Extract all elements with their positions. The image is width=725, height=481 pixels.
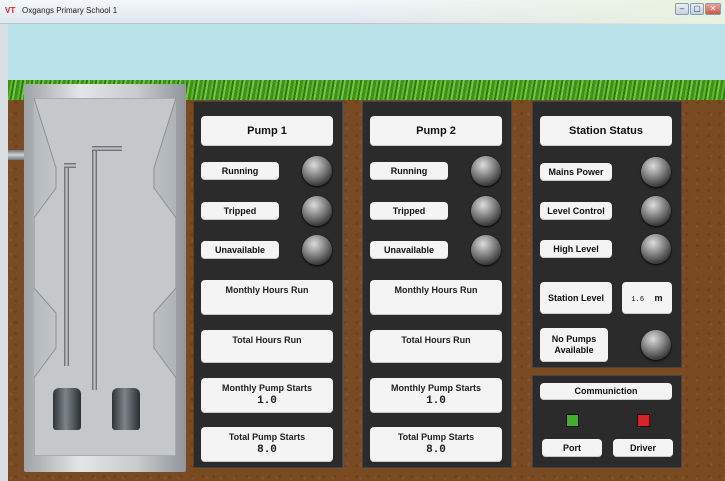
window-titlebar: VT Oxgangs Primary School 1 – ▢ ✕	[0, 0, 725, 24]
station-level-label: Station Level	[540, 282, 612, 314]
pump-1-total-starts-label: Total Pump Starts	[228, 432, 306, 442]
pump-1-running-label: Running	[201, 162, 279, 180]
high-level-label: High Level	[540, 240, 612, 258]
pump-1-title: Pump 1	[201, 116, 333, 146]
window-title: Oxgangs Primary School 1	[22, 6, 118, 15]
pump-2-monthly-hours: Monthly Hours Run	[370, 280, 502, 315]
pump-2-total-hours: Total Hours Run	[370, 330, 502, 363]
pump-2-monthly-hours-label: Monthly Hours Run	[394, 285, 478, 295]
discharge-bend	[64, 163, 76, 168]
discharge-pipe-2	[92, 150, 97, 390]
pump-2-monthly-starts-value: 1.0	[426, 395, 446, 407]
no-pumps-line-2: Available	[554, 345, 594, 355]
pump-1-unavailable-indicator	[302, 235, 332, 265]
pump-2-monthly-starts-label: Monthly Pump Starts	[390, 383, 481, 393]
pump-1-total-hours-label: Total Hours Run	[232, 335, 302, 345]
pump-1-running-indicator	[302, 156, 332, 186]
pump-1-total-starts-value: 8.0	[257, 444, 277, 456]
pump-2-tripped-indicator	[471, 196, 501, 226]
pump-1-monthly-starts: Monthly Pump Starts 1.0	[201, 378, 333, 413]
discharge-pipe-1	[64, 166, 69, 366]
pump-2-graphic	[112, 388, 140, 430]
communication-title: Communiction	[540, 383, 672, 400]
pump-2-running-indicator	[471, 156, 501, 186]
pump-1-monthly-hours-label: Monthly Hours Run	[225, 285, 309, 295]
port-status-light	[566, 414, 579, 427]
pump-2-monthly-starts: Monthly Pump Starts 1.0	[370, 378, 502, 413]
level-control-label: Level Control	[540, 202, 612, 220]
pump-2-unavailable-label: Unavailable	[370, 241, 448, 259]
close-button[interactable]: ✕	[705, 3, 721, 15]
pump-2-unavailable-indicator	[471, 235, 501, 265]
station-level-readout: 1.6 m	[622, 282, 672, 314]
pump-1-monthly-hours: Monthly Hours Run	[201, 280, 333, 315]
mains-power-label: Mains Power	[540, 163, 612, 181]
pump-1-tripped-label: Tripped	[201, 202, 279, 220]
maximize-button[interactable]: ▢	[690, 3, 704, 15]
pump-1-monthly-starts-label: Monthly Pump Starts	[221, 383, 312, 393]
pump-1-total-starts: Total Pump Starts 8.0	[201, 427, 333, 462]
pump-1-unavailable-label: Unavailable	[201, 241, 279, 259]
pump-1-graphic	[53, 388, 81, 430]
pump-1-monthly-starts-value: 1.0	[257, 395, 277, 407]
driver-button[interactable]: Driver	[613, 439, 673, 457]
pump-2-title: Pump 2	[370, 116, 502, 146]
pump-2-total-hours-label: Total Hours Run	[401, 335, 471, 345]
titlebar-fade	[350, 0, 725, 24]
pump-2-running-label: Running	[370, 162, 448, 180]
driver-status-light	[637, 414, 650, 427]
no-pumps-available-indicator	[641, 330, 671, 360]
pump-1-total-hours: Total Hours Run	[201, 330, 333, 363]
pump-1-tripped-indicator	[302, 196, 332, 226]
station-level-unit: m	[654, 293, 663, 303]
pump-2-tripped-label: Tripped	[370, 202, 448, 220]
station-status-title: Station Status	[540, 116, 672, 146]
window-controls: – ▢ ✕	[675, 3, 721, 15]
app-logo: VT	[5, 6, 16, 15]
high-level-indicator	[641, 234, 671, 264]
station-level-value: 1.6	[631, 296, 645, 304]
discharge-header	[92, 146, 122, 151]
no-pumps-available-label: No Pumps Available	[540, 328, 608, 362]
level-control-indicator	[641, 196, 671, 226]
pump-2-total-starts-value: 8.0	[426, 444, 446, 456]
mains-power-indicator	[641, 157, 671, 187]
minimize-button[interactable]: –	[675, 3, 689, 15]
port-button[interactable]: Port	[542, 439, 602, 457]
sky-background	[8, 24, 725, 88]
no-pumps-line-1: No Pumps	[551, 334, 597, 344]
pump-2-total-starts: Total Pump Starts 8.0	[370, 427, 502, 462]
pump-2-total-starts-label: Total Pump Starts	[397, 432, 475, 442]
window-left-border	[0, 24, 8, 481]
